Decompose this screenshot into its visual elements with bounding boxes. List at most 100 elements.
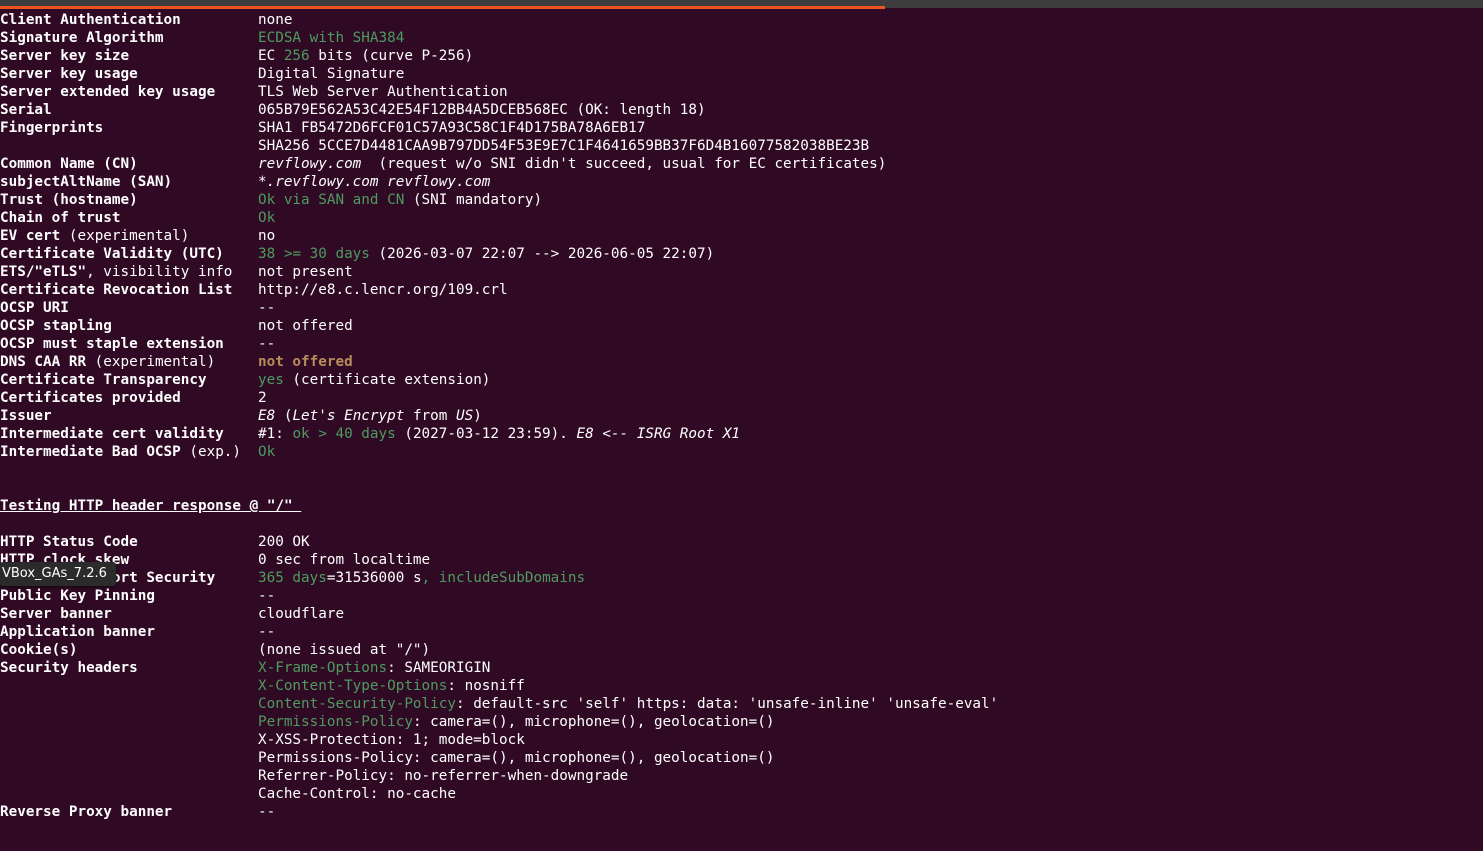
row-security-header: Permissions-Policy: camera=(), microphon…: [0, 749, 1483, 767]
row-label: Fingerprints: [0, 120, 104, 136]
header-value: : default-src 'self' https: data: 'unsaf…: [455, 696, 999, 712]
row-value: http://e8.c.lencr.org/109.crl: [258, 282, 508, 298]
value-part: US: [456, 408, 474, 424]
header-name: Content-Security-Policy: [258, 696, 456, 712]
row-value: 2: [258, 390, 267, 406]
row-certs-provided: Certificates provided 2: [0, 389, 1483, 407]
row-value: --: [258, 624, 276, 640]
label-part: DNS CAA RR: [0, 354, 87, 370]
row-value: *.revflowy.com revflowy.com: [258, 174, 491, 190]
row-value: Referrer-Policy: no-referrer-when-downgr…: [258, 768, 629, 784]
row-value: Cache-Control: no-cache: [258, 786, 456, 802]
row-value: Digital Signature: [258, 66, 405, 82]
row-value: EC 256 bits (curve P-256): [258, 47, 473, 65]
row-label: EV cert (experimental): [0, 227, 189, 245]
label-part: (exp.): [180, 444, 242, 460]
row-value: SHA1 FB5472D6FCF01C57A93C58C1F4D175BA78A…: [258, 120, 646, 136]
row-label: Server key size: [0, 48, 130, 64]
label-part: Intermediate Bad OCSP: [0, 444, 181, 460]
value-part: E8: [258, 408, 276, 424]
row-security-header: Permissions-Policy: camera=(), microphon…: [0, 713, 1483, 731]
label-part: (experimental): [86, 354, 216, 370]
terminal-output: Client Authentication none Signature Alg…: [0, 11, 1483, 821]
value-part: E8 <-- ISRG Root X1: [576, 426, 741, 442]
row-value: 0 sec from localtime: [258, 552, 431, 568]
row-value: not offered: [258, 318, 353, 334]
header-name: Permissions-Policy: [258, 714, 413, 730]
row-label: Server key usage: [0, 66, 138, 82]
row-ev-cert: EV cert (experimental) no: [0, 227, 1483, 245]
value-part: , includeSubDomains: [421, 570, 586, 586]
value-part: (request w/o SNI didn't succeed, usual f…: [361, 156, 887, 172]
row-label: Server extended key usage: [0, 84, 216, 100]
row-value: Ok: [258, 444, 276, 460]
row-label: Certificate Revocation List: [0, 282, 233, 298]
value-part: from: [404, 408, 456, 424]
row-label: Intermediate Bad OCSP (exp.): [0, 443, 241, 461]
row-value: not offered: [258, 354, 353, 370]
label-part: EV cert: [0, 228, 61, 244]
row-label: Application banner: [0, 624, 155, 640]
section-title: Testing HTTP header response @ "/": [0, 498, 302, 514]
row-label: Client Authentication: [0, 12, 181, 28]
row-crl: Certificate Revocation List http://e8.c.…: [0, 281, 1483, 299]
row-value: Ok via SAN and CN (SNI mandatory): [258, 191, 542, 209]
value-part: Ok via SAN and CN: [258, 192, 405, 208]
row-client-auth: Client Authentication none: [0, 11, 1483, 29]
row-label: Common Name (CN): [0, 156, 138, 172]
row-label: subjectAltName (SAN): [0, 174, 173, 190]
row-value: Content-Security-Policy: default-src 'se…: [258, 695, 998, 713]
row-reverse-proxy: Reverse Proxy banner --: [0, 803, 1483, 821]
row-value: cloudflare: [258, 606, 345, 622]
row-label: HTTP Status Code: [0, 534, 138, 550]
row-intermediate-validity: Intermediate cert validity #1: ok > 40 d…: [0, 425, 1483, 443]
row-security-header: Content-Security-Policy: default-src 'se…: [0, 695, 1483, 713]
row-http-clock-skew: HTTP clock skew 0 sec from localtime: [0, 551, 1483, 569]
value-part: (2027-03-12 23:59).: [395, 426, 577, 442]
value-part: 38 >= 30 days: [258, 246, 370, 262]
row-label: OCSP URI: [0, 300, 69, 316]
row-fingerprints-sha256: SHA256 5CCE7D4481CAA9B797DD54F53E9E7C1F4…: [0, 137, 1483, 155]
row-value: X-Frame-Options: SAMEORIGIN: [258, 659, 490, 677]
row-dns-caa: DNS CAA RR (experimental) not offered: [0, 353, 1483, 371]
section-heading-http: Testing HTTP header response @ "/": [0, 497, 1483, 515]
value-part: (SNI mandatory): [404, 192, 543, 208]
progress-bar: [0, 6, 886, 9]
value-part: bits (curve P-256): [309, 48, 474, 64]
value-part: 256: [283, 48, 310, 64]
row-chain-of-trust: Chain of trust Ok: [0, 209, 1483, 227]
value-part: ok > 40 days: [292, 426, 396, 442]
row-serial: Serial 065B79E562A53C42E54F12BB4A5DCEB56…: [0, 101, 1483, 119]
row-value: ECDSA with SHA384: [258, 30, 405, 46]
row-value: 200 OK: [258, 534, 310, 550]
row-security-header: Cache-Control: no-cache: [0, 785, 1483, 803]
row-value: SHA256 5CCE7D4481CAA9B797DD54F53E9E7C1F4…: [258, 138, 870, 154]
row-label: Serial: [0, 102, 52, 118]
row-value: 365 days=31536000 s, includeSubDomains: [258, 569, 585, 587]
value-part: 365 days: [258, 570, 327, 586]
row-ocsp-must-staple: OCSP must staple extension --: [0, 335, 1483, 353]
terminal-window[interactable]: Client Authentication none Signature Alg…: [0, 0, 1483, 851]
terminal-top-bar: [0, 0, 1483, 9]
row-value: Permissions-Policy: camera=(), microphon…: [258, 713, 774, 731]
row-label: DNS CAA RR (experimental): [0, 353, 215, 371]
row-label: Chain of trust: [0, 210, 121, 226]
row-value: X-XSS-Protection: 1; mode=block: [258, 732, 525, 748]
value-part: ): [473, 408, 482, 424]
row-label: Intermediate cert validity: [0, 426, 224, 442]
value-part: yes: [258, 372, 284, 388]
label-part: (experimental): [60, 228, 190, 244]
value-part: =31536000 s: [326, 570, 422, 586]
row-fingerprints: Fingerprints SHA1 FB5472D6FCF01C57A93C58…: [0, 119, 1483, 137]
row-label: Security headers: [0, 660, 138, 676]
row-label: Public Key Pinning: [0, 588, 155, 604]
row-value: #1: ok > 40 days (2027-03-12 23:59). E8 …: [258, 425, 740, 443]
value-part: (: [275, 408, 293, 424]
row-san: subjectAltName (SAN) *.revflowy.com revf…: [0, 173, 1483, 191]
row-hsts: Strict Transport Security 365 days=31536…: [0, 569, 1483, 587]
row-label: Trust (hostname): [0, 192, 138, 208]
row-value: --: [258, 336, 276, 352]
row-value: yes (certificate extension): [258, 371, 490, 389]
row-cert-transparency: Certificate Transparency yes (certificat…: [0, 371, 1483, 389]
